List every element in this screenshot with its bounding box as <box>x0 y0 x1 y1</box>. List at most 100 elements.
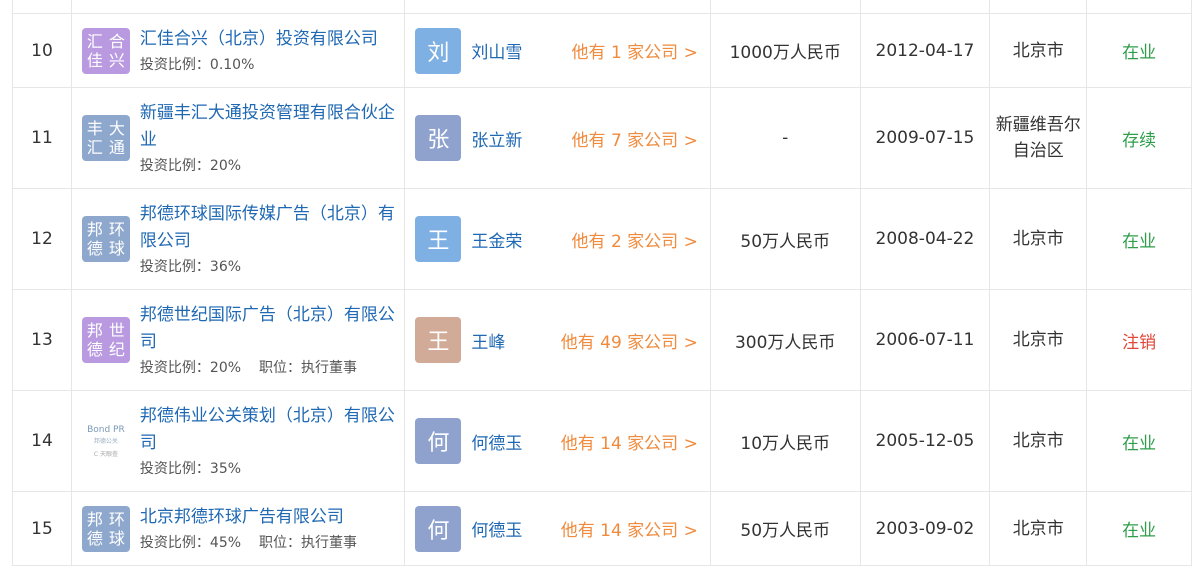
company-info: 新疆丰汇大通投资管理有限合伙企业 投资比例：20% <box>140 100 402 177</box>
person-avatar[interactable]: 何 <box>415 418 462 464</box>
index-cell: 12 <box>13 189 72 289</box>
other-companies-link[interactable]: 他有 14 家公司 > <box>561 516 698 541</box>
other-companies-link[interactable]: 他有 14 家公司 > <box>561 429 698 454</box>
company-name-link[interactable]: 邦德环球国际传媒广告（北京）有限公司 <box>140 201 402 255</box>
company-name-link[interactable]: 新疆丰汇大通投资管理有限合伙企业 <box>140 100 402 154</box>
investment-ratio: 投资比例：35% <box>139 460 242 477</box>
logo-text: 汇佳 <box>86 31 103 70</box>
person-avatar[interactable]: 王 <box>415 216 462 262</box>
registered-capital: - <box>782 128 789 148</box>
registered-capital: 1000万人民币 <box>729 43 841 63</box>
company-logo[interactable]: 丰汇 大通 <box>81 115 130 161</box>
company-info: 邦德环球国际传媒广告（北京）有限公司 投资比例：36% <box>140 201 402 278</box>
company-cell: 邦德 世纪 邦德世纪国际广告（北京）有限公司 投资比例：20% 职位：执行董事 <box>72 290 406 390</box>
company-logo[interactable]: 邦德 环球 <box>81 216 130 262</box>
company-name-link[interactable]: 汇佳合兴（北京）投资有限公司 <box>140 26 402 53</box>
registered-capital: 10万人民币 <box>740 433 831 454</box>
person-name-link[interactable]: 王金荣 <box>471 227 551 252</box>
other-companies-link[interactable]: 他有 2 家公司 > <box>572 227 698 252</box>
company-name-link[interactable]: 北京邦德环球广告有限公司 <box>140 504 402 531</box>
date-cell: 2005-12-05 <box>861 391 991 491</box>
person-name-link[interactable]: 何德玉 <box>471 516 551 541</box>
table-row: 10 汇佳 合兴 汇佳合兴（北京）投资有限公司 投资比例：0.10% 刘 刘山雪 … <box>13 14 1191 88</box>
other-companies-link[interactable]: 他有 1 家公司 > <box>572 38 698 63</box>
legal-rep-cell: 王 王峰 他有 49 家公司 > <box>405 290 711 390</box>
capital-cell: 50万人民币 <box>711 189 861 289</box>
region-cell: 北京市 <box>990 492 1088 565</box>
index-cell: 10 <box>13 14 72 87</box>
index-cell: 15 <box>13 492 72 565</box>
position-label: 职位：执行董事 <box>259 359 358 376</box>
region: 北京市 <box>1012 330 1064 350</box>
person-name-link[interactable]: 张立新 <box>471 126 551 151</box>
logo-text: 邦德 <box>86 321 103 359</box>
registered-capital: 300万人民币 <box>734 332 836 353</box>
row-index: 13 <box>31 330 53 350</box>
status-badge: 在业 <box>1122 521 1157 541</box>
date-cell: 2003-09-02 <box>861 492 991 565</box>
row-index: 12 <box>31 229 53 249</box>
company-meta: 投资比例：20% <box>140 155 402 177</box>
company-info: 邦德世纪国际广告（北京）有限公司 投资比例：20% 职位：执行董事 <box>140 302 402 379</box>
company-logo[interactable]: 汇佳 合兴 <box>81 27 130 74</box>
status-badge: 在业 <box>1122 231 1157 252</box>
investment-ratio: 投资比例：20% <box>139 359 242 376</box>
legal-rep-cell: 王 王金荣 他有 2 家公司 > <box>405 189 711 289</box>
established-date: 2006-07-11 <box>875 330 975 350</box>
company-meta: 投资比例：36% <box>140 256 402 278</box>
status-badge: 注销 <box>1122 332 1157 353</box>
established-date: 2008-04-22 <box>875 229 975 249</box>
person-name-link[interactable]: 何德玉 <box>471 429 551 454</box>
investment-ratio: 投资比例：0.10% <box>139 56 255 73</box>
company-cell: 邦德 环球 北京邦德环球广告有限公司 投资比例：45% 职位：执行董事 <box>72 492 406 565</box>
investment-ratio: 投资比例：36% <box>139 258 242 275</box>
legal-rep-cell: 张 张立新 他有 7 家公司 > <box>405 88 711 188</box>
person-avatar[interactable]: 张 <box>415 115 462 161</box>
date-cell: 2008-04-22 <box>861 189 991 289</box>
region: 北京市 <box>1012 40 1064 61</box>
company-meta: 投资比例：0.10% <box>140 54 402 76</box>
other-companies-link[interactable]: 他有 49 家公司 > <box>561 328 698 353</box>
table-row: 13 邦德 世纪 邦德世纪国际广告（北京）有限公司 投资比例：20% 职位：执行董事… <box>13 290 1191 391</box>
date-cell: 2012-04-17 <box>861 14 991 87</box>
person-avatar[interactable]: 何 <box>415 505 462 552</box>
company-logo[interactable]: 邦德 环球 <box>81 505 130 552</box>
region-cell: 北京市 <box>990 189 1088 289</box>
person-name-link[interactable]: 刘山雪 <box>471 38 551 63</box>
legal-rep-cell: 何 何德玉 他有 14 家公司 > <box>405 492 711 565</box>
status-cell: 在业 <box>1087 391 1191 491</box>
date-cell: 2006-07-11 <box>861 290 991 390</box>
registered-capital: 50万人民币 <box>740 231 831 252</box>
established-date: 2012-04-17 <box>875 40 975 61</box>
status-cell: 在业 <box>1087 14 1191 87</box>
legal-rep-cell: 何 何德玉 他有 14 家公司 > <box>405 391 711 491</box>
investment-ratio: 投资比例：45% <box>139 534 242 551</box>
company-name-link[interactable]: 邦德世纪国际广告（北京）有限公司 <box>140 302 402 356</box>
capital-cell: 1000万人民币 <box>711 14 861 87</box>
established-date: 2003-09-02 <box>875 518 975 539</box>
region-cell: 北京市 <box>990 391 1088 491</box>
logo-sub-text: 邦德公关 <box>93 437 118 445</box>
table-row: 14 Bond PR 邦德公关 C 天眼查 邦德伟业公关策划（北京）有限公司 投资比… <box>13 391 1191 492</box>
capital-cell: 10万人民币 <box>711 391 861 491</box>
region: 北京市 <box>1012 518 1064 539</box>
region: 北京市 <box>1012 229 1064 249</box>
capital-cell: 300万人民币 <box>711 290 861 390</box>
company-meta: 投资比例：35% <box>140 458 402 480</box>
company-logo-image[interactable]: Bond PR 邦德公关 C 天眼查 <box>82 418 130 464</box>
index-cell: 11 <box>13 88 72 188</box>
company-name-link[interactable]: 邦德伟业公关策划（北京）有限公司 <box>140 403 402 457</box>
person-name-link[interactable]: 王峰 <box>471 328 551 353</box>
index-cell: 14 <box>13 391 72 491</box>
company-cell: 丰汇 大通 新疆丰汇大通投资管理有限合伙企业 投资比例：20% <box>72 88 406 188</box>
status-cell: 存续 <box>1087 88 1191 188</box>
company-info: 北京邦德环球广告有限公司 投资比例：45% 职位：执行董事 <box>140 504 402 554</box>
company-logo[interactable]: 邦德 世纪 <box>81 317 130 363</box>
region: 北京市 <box>1012 431 1064 451</box>
company-cell: 邦德 环球 邦德环球国际传媒广告（北京）有限公司 投资比例：36% <box>72 189 406 289</box>
person-avatar[interactable]: 王 <box>415 317 462 363</box>
region-cell: 新疆维吾尔自治区 <box>990 88 1088 188</box>
investment-ratio: 投资比例：20% <box>139 157 242 174</box>
person-avatar[interactable]: 刘 <box>415 27 462 74</box>
other-companies-link[interactable]: 他有 7 家公司 > <box>572 126 698 151</box>
